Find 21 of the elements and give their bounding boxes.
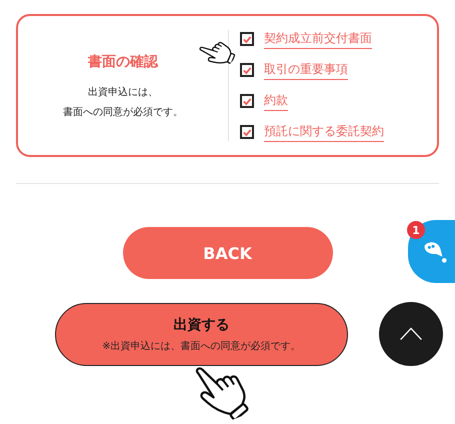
card-title: 書面の確認 — [88, 52, 158, 70]
checkbox[interactable] — [240, 94, 254, 108]
document-link[interactable]: 取引の重要事項 — [264, 60, 348, 80]
submit-note: ※出資申込には、書面への同意が必須です。 — [102, 340, 301, 353]
back-button[interactable]: BACK — [122, 227, 332, 279]
notification-badge: 1 — [407, 221, 425, 239]
document-link[interactable]: 契約成立前交付書面 — [264, 30, 372, 48]
description-text: 出資申込には、 — [88, 86, 158, 98]
chat-button[interactable] — [408, 220, 455, 283]
check-icon — [242, 64, 252, 76]
document-link[interactable]: 預託に関する委託契約 — [264, 122, 384, 142]
check-icon — [242, 126, 252, 138]
document-link[interactable]: 約款 — [264, 92, 288, 110]
check-icon — [242, 96, 252, 106]
description-text: 書面への同意が必須です。 — [63, 106, 183, 118]
chevron-up-icon — [398, 326, 424, 342]
submit-button[interactable]: 出資する ※出資申込には、書面への同意が必須です。 — [55, 303, 348, 366]
checkbox[interactable] — [240, 32, 254, 46]
check-icon — [242, 34, 252, 44]
checkbox[interactable] — [240, 63, 254, 77]
checkbox[interactable] — [240, 125, 254, 139]
